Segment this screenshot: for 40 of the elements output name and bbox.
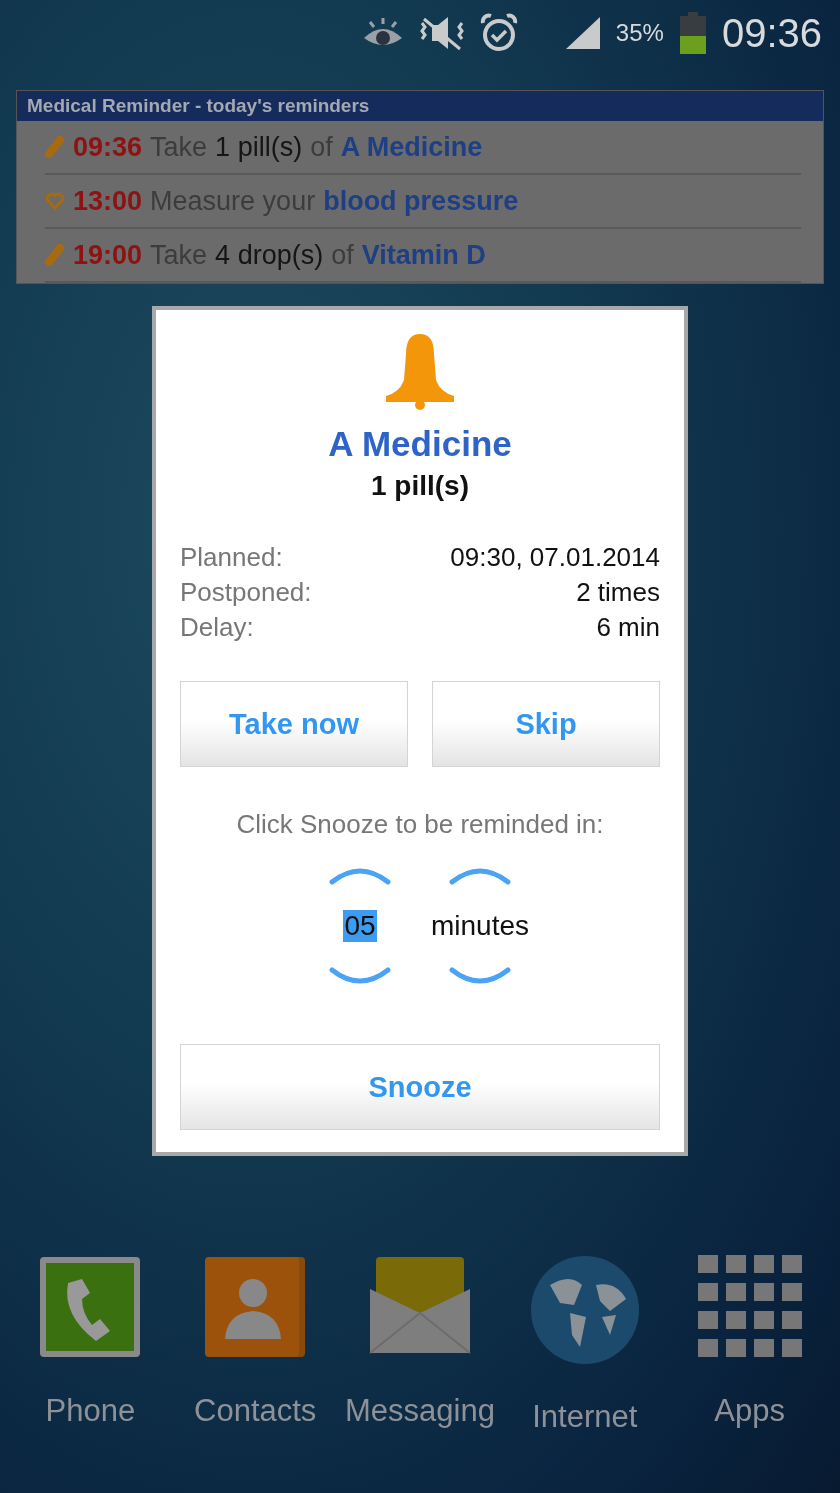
action-button[interactable]: Skip — [432, 681, 660, 767]
battery-percent: 35% — [615, 19, 664, 47]
reminder-item: Vitamin D — [361, 239, 486, 271]
clock: 09:36 — [721, 10, 822, 56]
app-label[interactable]: Apps — [714, 1393, 785, 1429]
unit-label: minutes — [430, 910, 529, 942]
dose: 1 pill(s) — [371, 470, 469, 502]
detail-label: Postponed: — [180, 577, 313, 608]
app-label[interactable]: Phone — [45, 1393, 136, 1429]
medicine-name: A Medicine — [328, 424, 512, 464]
app-label[interactable]: Contacts — [194, 1393, 317, 1429]
pill-icon — [45, 244, 65, 266]
reminder-item: blood pressure — [323, 185, 519, 217]
app-label[interactable]: Internet — [532, 1399, 638, 1435]
snooze-hint: Click Snooze to be reminded in: — [236, 809, 604, 840]
alarm-clock-icon — [479, 13, 518, 53]
globe-icon[interactable] — [529, 1255, 640, 1365]
reminder-text: 4 drop(s) — [215, 239, 324, 271]
heart-icon — [45, 191, 65, 211]
detail-value: 6 min — [595, 612, 660, 643]
phone-icon[interactable] — [38, 1255, 143, 1359]
action-button[interactable]: Take now — [180, 681, 408, 767]
reminder-time: 19:00 — [73, 239, 143, 271]
contacts-icon[interactable] — [203, 1255, 308, 1359]
apps-grid-icon[interactable] — [697, 1255, 802, 1359]
detail-value: 09:30, 07.01.2014 — [450, 542, 660, 573]
battery-icon — [677, 12, 708, 54]
detail-value: 2 times — [575, 577, 660, 608]
reminder-item: A Medicine — [340, 131, 483, 163]
detail-label: Planned: — [180, 542, 284, 573]
snooze-button[interactable]: Snooze — [180, 1044, 660, 1130]
app-label[interactable]: Messaging — [345, 1393, 495, 1429]
vibrate-mute-icon — [417, 15, 466, 51]
reminder-text: 1 pill(s) — [215, 131, 303, 163]
reminder-time: 09:36 — [73, 131, 143, 163]
detail-label: Delay: — [180, 612, 255, 643]
minutes-field[interactable]: 05 — [343, 910, 377, 942]
reminder-time: 13:00 — [73, 185, 143, 217]
pill-icon — [45, 136, 65, 158]
widget-title: Medical Reminder - today's reminders — [17, 91, 823, 121]
